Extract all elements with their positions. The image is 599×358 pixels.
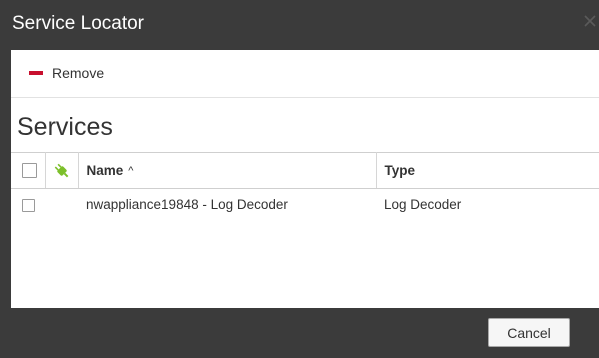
remove-button-label: Remove [52, 65, 105, 81]
row-type-cell: Log Decoder [384, 197, 462, 213]
row-select-cell [11, 189, 45, 221]
column-header-name-label: Name [86, 163, 124, 178]
dialog-title: Service Locator [12, 13, 145, 34]
dialog-content: Remove Services Name ^ Type nwappliance1… [11, 50, 599, 308]
minus-icon [29, 71, 43, 75]
column-header-name[interactable]: Name ^ [78, 152, 377, 189]
close-icon[interactable] [583, 14, 597, 28]
select-all-checkbox[interactable] [22, 163, 37, 179]
table-row[interactable]: nwappliance19848 - Log Decoder Log Decod… [11, 189, 599, 221]
column-header-type[interactable]: Type [376, 152, 599, 189]
services-table: Name ^ Type nwappliance19848 - Log Decode… [11, 152, 599, 221]
sort-ascending-icon: ^ [128, 165, 134, 177]
row-name-cell: nwappliance19848 - Log Decoder [86, 197, 288, 213]
connection-plug-icon [52, 162, 72, 177]
dialog-titlebar: Service Locator [0, 0, 599, 50]
remove-button[interactable]: Remove [29, 62, 104, 84]
service-locator-dialog: Service Locator Remove Services Name ^ T… [0, 0, 599, 358]
connection-header [45, 152, 79, 189]
dialog-footer: Cancel [0, 308, 599, 358]
select-all-header [11, 152, 46, 189]
toolbar: Remove [11, 50, 599, 98]
cancel-button[interactable]: Cancel [488, 318, 570, 347]
row-connection-cell [45, 189, 78, 221]
table-header-row: Name ^ Type [11, 152, 599, 189]
column-header-type-label: Type [384, 163, 416, 178]
services-heading: Services [17, 113, 113, 141]
row-checkbox[interactable] [22, 199, 35, 213]
